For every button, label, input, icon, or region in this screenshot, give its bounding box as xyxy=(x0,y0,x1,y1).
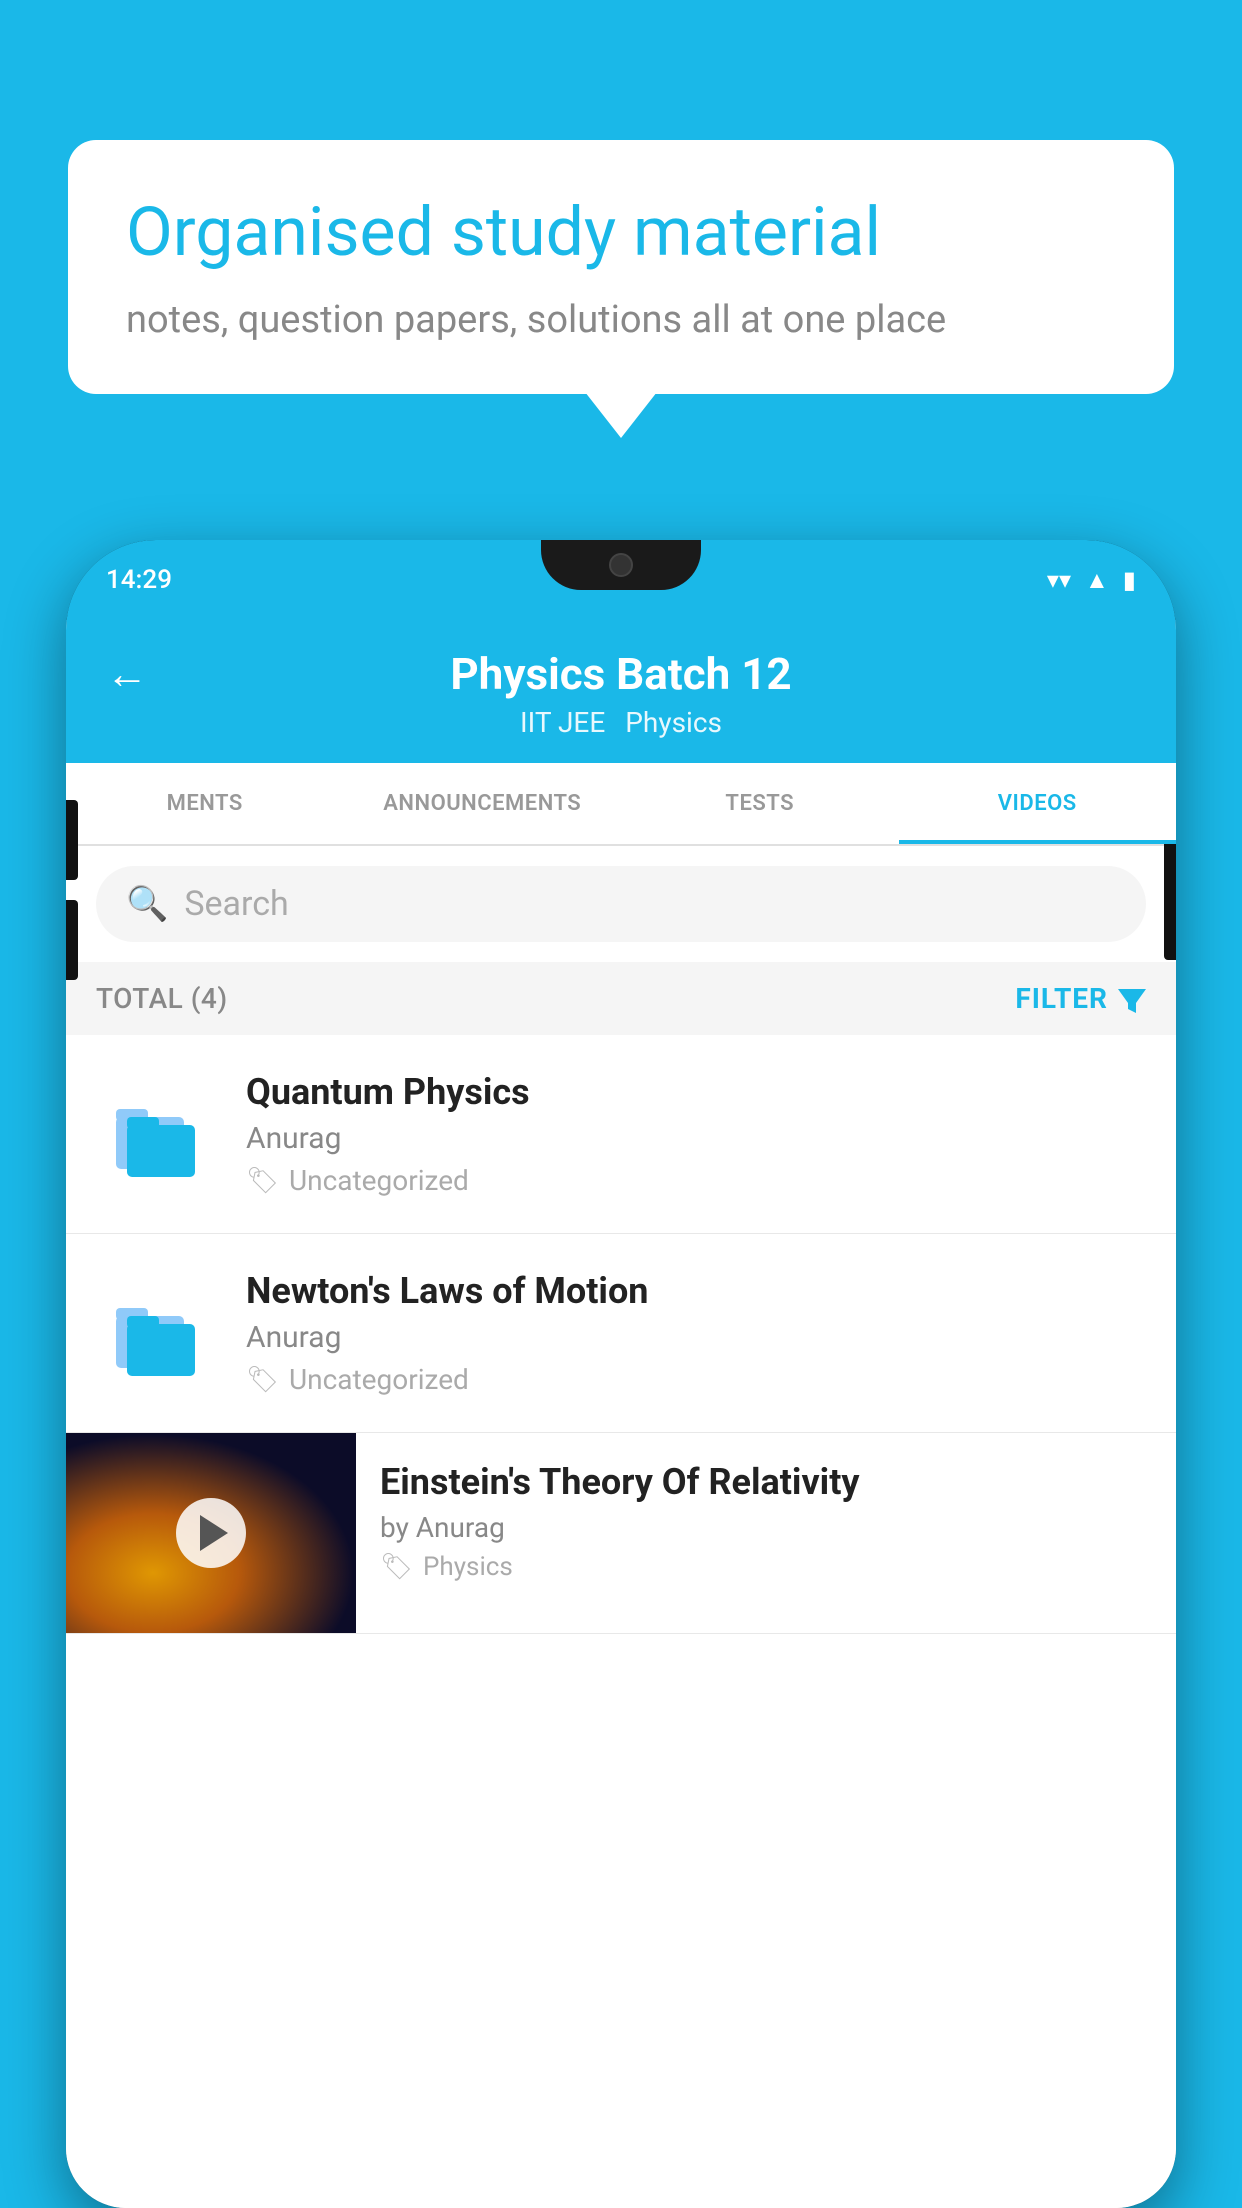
play-button[interactable] xyxy=(176,1498,246,1568)
phone-frame: 14:29 ▾▾ ▲ ▮ ← Physics Batch 12 IIT JEE … xyxy=(66,540,1176,2208)
tag-icon: 🏷 xyxy=(380,1552,413,1582)
filter-row: TOTAL (4) FILTER xyxy=(66,962,1176,1035)
status-icons: ▾▾ ▲ ▮ xyxy=(1047,566,1136,595)
video-title: Quantum Physics xyxy=(246,1071,1146,1113)
bubble-headline: Organised study material xyxy=(126,192,1116,274)
video-tag: Physics xyxy=(423,1552,513,1582)
header-sub-iitjee: IIT JEE xyxy=(520,706,605,739)
camera xyxy=(609,553,633,577)
video-title: Einstein's Theory Of Relativity xyxy=(380,1461,1152,1503)
video-author: by Anurag xyxy=(380,1511,1152,1544)
phone-side-button-left2 xyxy=(66,900,78,980)
phone-notch xyxy=(541,540,701,590)
tag-icon: 🏷 xyxy=(246,1166,279,1196)
video-info-newton: Newton's Laws of Motion Anurag 🏷 Uncateg… xyxy=(246,1270,1146,1396)
tab-announcements[interactable]: ANNOUNCEMENTS xyxy=(344,763,622,844)
signal-icon: ▲ xyxy=(1085,566,1109,595)
video-tag: Uncategorized xyxy=(289,1363,469,1396)
video-info-quantum: Quantum Physics Anurag 🏷 Uncategorized xyxy=(246,1071,1146,1197)
filter-icon xyxy=(1118,989,1146,1013)
phone-side-button-right xyxy=(1164,840,1176,960)
search-placeholder: Search xyxy=(184,884,288,924)
filter-button[interactable]: FILTER xyxy=(1015,982,1146,1015)
play-icon xyxy=(200,1515,228,1551)
header-sub-physics: Physics xyxy=(625,706,722,739)
video-thumb-quantum xyxy=(96,1089,216,1179)
list-item[interactable]: Quantum Physics Anurag 🏷 Uncategorized xyxy=(66,1035,1176,1234)
folder-icon xyxy=(111,1089,201,1179)
video-list: Quantum Physics Anurag 🏷 Uncategorized xyxy=(66,1035,1176,2208)
wifi-icon: ▾▾ xyxy=(1047,566,1071,594)
einstein-thumbnail xyxy=(66,1433,356,1633)
bubble-subtext: notes, question papers, solutions all at… xyxy=(126,298,1116,342)
video-tag: Uncategorized xyxy=(289,1164,469,1197)
tab-tests[interactable]: TESTS xyxy=(621,763,899,844)
video-title: Newton's Laws of Motion xyxy=(246,1270,1146,1312)
tag-icon: 🏷 xyxy=(246,1365,279,1395)
app-header: ← Physics Batch 12 IIT JEE Physics xyxy=(66,620,1176,763)
status-bar: 14:29 ▾▾ ▲ ▮ xyxy=(66,540,1176,620)
phone-screen: ← Physics Batch 12 IIT JEE Physics MENTS… xyxy=(66,620,1176,2208)
video-author: Anurag xyxy=(246,1121,1146,1156)
video-tag-row: 🏷 Uncategorized xyxy=(246,1363,1146,1396)
page-title: Physics Batch 12 xyxy=(450,648,791,700)
list-item[interactable]: Newton's Laws of Motion Anurag 🏷 Uncateg… xyxy=(66,1234,1176,1433)
tabs-bar: MENTS ANNOUNCEMENTS TESTS VIDEOS xyxy=(66,763,1176,846)
back-button[interactable]: ← xyxy=(106,650,148,699)
search-icon: 🔍 xyxy=(126,884,168,924)
video-info-einstein: Einstein's Theory Of Relativity by Anura… xyxy=(356,1433,1176,1610)
video-author: Anurag xyxy=(246,1320,1146,1355)
video-tag-row: 🏷 Physics xyxy=(380,1552,1152,1582)
battery-icon: ▮ xyxy=(1123,566,1136,594)
search-bar[interactable]: 🔍 Search xyxy=(96,866,1146,942)
total-count: TOTAL (4) xyxy=(96,982,228,1015)
tab-videos[interactable]: VIDEOS xyxy=(899,763,1177,844)
speech-bubble: Organised study material notes, question… xyxy=(68,140,1174,394)
list-item[interactable]: Einstein's Theory Of Relativity by Anura… xyxy=(66,1433,1176,1634)
tab-ments[interactable]: MENTS xyxy=(66,763,344,844)
video-tag-row: 🏷 Uncategorized xyxy=(246,1164,1146,1197)
header-row: ← Physics Batch 12 xyxy=(106,648,1136,700)
search-container: 🔍 Search xyxy=(66,846,1176,962)
status-time: 14:29 xyxy=(106,565,172,595)
folder-icon xyxy=(111,1288,201,1378)
video-thumb-newton xyxy=(96,1288,216,1378)
speech-bubble-section: Organised study material notes, question… xyxy=(68,140,1174,394)
header-subtitle: IIT JEE Physics xyxy=(520,706,722,739)
